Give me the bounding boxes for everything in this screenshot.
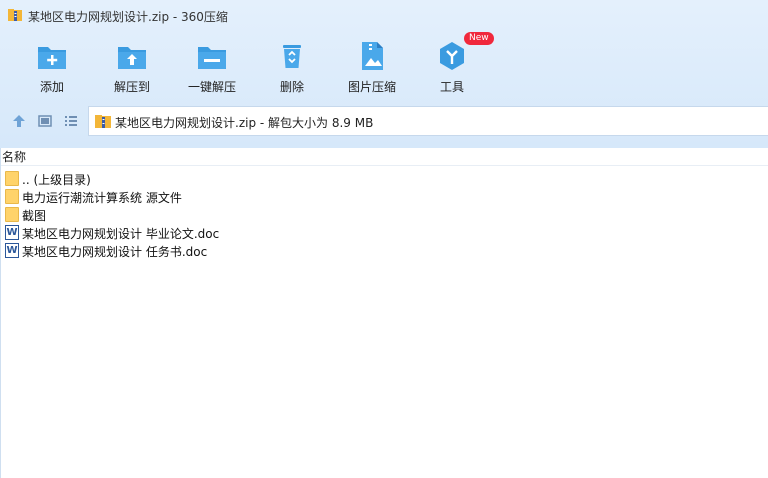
recycle-bin-icon bbox=[283, 45, 301, 68]
delete-button[interactable]: 删除 bbox=[252, 36, 332, 98]
folder-icon bbox=[5, 171, 19, 186]
extract-to-button-label: 解压到 bbox=[113, 80, 150, 94]
toolbar: 添加 解压到 一键解压 删除 图片压缩 New 工具 bbox=[0, 32, 768, 98]
column-header-name[interactable]: 名称 bbox=[2, 148, 26, 165]
list-item-name: 某地区电力网规划设计 任务书.doc bbox=[22, 245, 208, 259]
list-item[interactable]: 截图 bbox=[3, 205, 403, 223]
zip-archive-icon bbox=[95, 115, 111, 128]
image-compress-button-label: 图片压缩 bbox=[347, 80, 396, 94]
list-item[interactable]: .. (上级目录) bbox=[3, 169, 403, 187]
address-bar: 某地区电力网规划设计.zip - 解包大小为 8.9 MB bbox=[0, 104, 768, 140]
address-text: 某地区电力网规划设计.zip - 解包大小为 8.9 MB bbox=[115, 116, 374, 130]
list-view-icon[interactable] bbox=[62, 112, 80, 130]
thumbnail-view-icon[interactable] bbox=[36, 112, 54, 130]
file-list: 名称 .. (上级目录) 电力运行潮流计算系统 源文件 截图 W 某地区电力网规… bbox=[0, 148, 768, 478]
folder-icon bbox=[5, 207, 19, 222]
word-document-icon: W bbox=[5, 225, 19, 240]
list-item-name: 电力运行潮流计算系统 源文件 bbox=[22, 191, 182, 205]
list-item[interactable]: 电力运行潮流计算系统 源文件 bbox=[3, 187, 403, 205]
tools-button[interactable]: New 工具 bbox=[412, 32, 494, 98]
tools-button-label: 工具 bbox=[439, 80, 464, 94]
address-field[interactable]: 某地区电力网规划设计.zip - 解包大小为 8.9 MB bbox=[88, 106, 768, 136]
folder-icon bbox=[5, 189, 19, 204]
new-badge: New bbox=[464, 32, 494, 45]
list-item-name: .. (上级目录) bbox=[22, 173, 91, 187]
up-level-icon[interactable] bbox=[10, 112, 28, 130]
extract-to-button[interactable]: 解压到 bbox=[92, 36, 172, 98]
extract-to-icon bbox=[118, 47, 146, 69]
add-button-label: 添加 bbox=[39, 80, 64, 94]
title-bar: 某地区电力网规划设计.zip - 360压缩 bbox=[0, 0, 768, 30]
list-item[interactable]: W 某地区电力网规划设计 毕业论文.doc bbox=[3, 223, 403, 241]
list-item[interactable]: W 某地区电力网规划设计 任务书.doc bbox=[3, 241, 403, 259]
list-item-name: 截图 bbox=[22, 209, 47, 223]
header-divider bbox=[1, 165, 768, 166]
top-chrome: 某地区电力网规划设计.zip - 360压缩 添加 解压到 一键解压 删除 图片… bbox=[0, 0, 768, 148]
one-click-extract-button[interactable]: 一键解压 bbox=[172, 36, 252, 98]
image-compress-icon bbox=[362, 42, 383, 70]
word-document-icon: W bbox=[5, 243, 19, 258]
add-button[interactable]: 添加 bbox=[12, 36, 92, 98]
image-compress-button[interactable]: 图片压缩 bbox=[332, 36, 412, 98]
delete-button-label: 删除 bbox=[279, 80, 304, 94]
one-click-extract-icon bbox=[198, 47, 226, 69]
tools-icon bbox=[440, 42, 464, 70]
one-click-extract-button-label: 一键解压 bbox=[187, 80, 236, 94]
list-item-name: 某地区电力网规划设计 毕业论文.doc bbox=[22, 227, 220, 241]
window-title: 某地区电力网规划设计.zip - 360压缩 bbox=[28, 10, 228, 24]
zip-archive-icon bbox=[8, 9, 22, 21]
add-folder-icon bbox=[38, 47, 66, 69]
